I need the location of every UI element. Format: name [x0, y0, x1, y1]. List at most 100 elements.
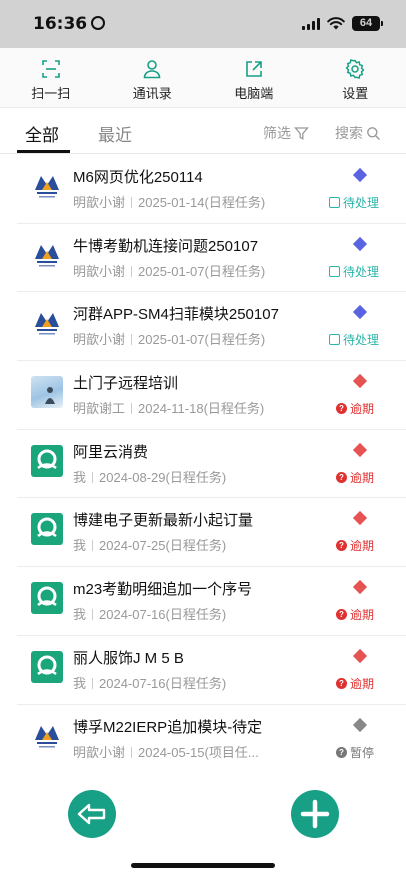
status-label: 逾期 — [349, 676, 374, 691]
external-link-icon — [245, 61, 262, 77]
app-logo-icon — [37, 449, 57, 469]
pending-icon — [328, 265, 340, 277]
task-date: 2024-05-15 — [138, 744, 205, 760]
task-row[interactable]: 博孚M22IERP追加模块-待定 明歆小谢 2024-05-15(项目任... ?… — [17, 705, 406, 774]
status-time: 16:36 — [33, 14, 106, 34]
task-meta: 我 2024-07-16(日程任务) — [73, 673, 226, 692]
task-owner: 明歆小谢 — [73, 195, 126, 210]
status-badge: ? 逾期 — [335, 606, 374, 623]
task-list: M6网页优化250114 明歆小谢 2025-01-14(日程任务) 待处理 牛博… — [17, 155, 406, 774]
wifi-icon — [327, 17, 345, 30]
status-label: 待处理 — [342, 264, 379, 279]
avatar — [31, 650, 63, 683]
priority-diamond-icon — [352, 717, 368, 732]
task-row[interactable]: M6网页优化250114 明歆小谢 2025-01-14(日程任务) 待处理 — [17, 155, 406, 224]
divider — [131, 746, 133, 758]
task-row[interactable]: 丽人服饰J M 5 B 我 2024-07-16(日程任务) ? 逾期 — [17, 636, 406, 705]
task-row[interactable]: 博建电子更新最新小起订量 我 2024-07-25(日程任务) ? 逾期 — [17, 498, 406, 568]
home-indicator — [131, 863, 275, 868]
overdue-icon: ? — [335, 609, 347, 621]
task-type: (日程任务) — [204, 263, 266, 279]
divider — [92, 677, 94, 689]
avatar — [31, 513, 63, 546]
task-owner: 明歆小谢 — [73, 332, 126, 348]
divider — [131, 197, 133, 208]
task-owner: 明歆小谢 — [73, 263, 126, 279]
add-task-button[interactable] — [291, 790, 339, 838]
cellular-signal-icon — [302, 17, 320, 30]
task-type: (项目任... — [204, 744, 259, 760]
overdue-icon: ? — [335, 677, 347, 689]
priority-diamond-icon — [352, 648, 368, 663]
divider — [92, 540, 94, 552]
priority-diamond-icon — [352, 305, 368, 320]
top-toolbar: 扫一扫 通讯录 电脑端 设置 — [0, 48, 406, 108]
task-meta: 明歆谢工 2024-11-18(日程任务) — [73, 398, 264, 417]
task-meta: 我 2024-07-25(日程任务) — [73, 535, 226, 554]
task-owner: 明歆谢工 — [73, 401, 126, 417]
status-label: 待处理 — [342, 333, 379, 348]
avatar — [31, 376, 63, 409]
contacts-button[interactable]: 通讯录 — [102, 48, 204, 107]
clock: 16:36 — [33, 14, 88, 34]
task-row[interactable]: 牛博考勤机连接问题250107 明歆小谢 2025-01-07(日程任务) 待处理 — [17, 224, 406, 293]
filter-button[interactable]: 筛选 — [263, 123, 309, 143]
app-logo-icon — [37, 586, 57, 607]
status-label: 逾期 — [349, 539, 374, 554]
overdue-icon: ? — [335, 403, 347, 415]
status-badge: ? 逾期 — [335, 469, 374, 486]
task-type: (日程任务) — [165, 607, 227, 623]
task-type: (日程任务) — [165, 469, 227, 485]
paused-icon: ? — [335, 746, 347, 758]
settings-label: 设置 — [342, 86, 369, 101]
task-owner: 我 — [73, 607, 87, 623]
overdue-icon: ? — [335, 540, 347, 552]
arrow-left-icon — [77, 803, 106, 825]
task-title: 阿里云消费 — [73, 443, 149, 461]
task-row[interactable]: 土门子远程培训 明歆谢工 2024-11-18(日程任务) ? 逾期 — [17, 361, 406, 430]
task-type: (日程任务) — [204, 195, 266, 210]
search-button[interactable]: 搜索 — [335, 123, 381, 143]
filter-label: 筛选 — [263, 125, 291, 141]
task-type: (日程任务) — [203, 401, 265, 417]
scan-button[interactable]: 扫一扫 — [0, 48, 102, 107]
task-title: 河群APP-SM4扫菲模块250107 — [73, 306, 279, 324]
priority-diamond-icon — [352, 373, 368, 389]
task-meta: 我 2024-07-16(日程任务) — [73, 604, 226, 623]
status-badge: ? 暂停 — [335, 744, 374, 761]
task-row[interactable]: m23考勤明细追加一个序号 我 2024-07-16(日程任务) ? 逾期 — [17, 567, 406, 636]
status-label: 待处理 — [342, 196, 379, 210]
status-badge: 待处理 — [328, 263, 379, 280]
task-date: 2024-07-16 — [99, 607, 166, 623]
avatar — [31, 238, 63, 271]
status-badge: 待处理 — [328, 194, 379, 211]
back-button[interactable] — [68, 790, 116, 838]
task-row[interactable]: 河群APP-SM4扫菲模块250107 明歆小谢 2025-01-07(日程任务)… — [17, 292, 406, 362]
battery-icon: 64 — [352, 16, 383, 31]
focus-mode-icon — [91, 16, 106, 30]
task-date: 2024-11-18 — [138, 401, 204, 417]
desktop-button[interactable]: 电脑端 — [203, 48, 305, 107]
priority-diamond-icon — [352, 580, 368, 595]
settings-button[interactable]: 设置 — [305, 48, 406, 107]
person-photo-icon — [45, 387, 55, 405]
status-label: 逾期 — [349, 608, 374, 623]
task-owner: 我 — [73, 538, 87, 554]
task-owner: 明歆小谢 — [73, 744, 126, 760]
plus-icon — [300, 799, 330, 829]
tab-recent[interactable]: 最近 — [98, 121, 132, 146]
tab-all[interactable]: 全部 — [25, 121, 59, 146]
contacts-label: 通讯录 — [132, 86, 172, 101]
status-label: 暂停 — [349, 745, 374, 760]
priority-diamond-icon — [352, 511, 368, 526]
pending-icon — [328, 334, 340, 346]
status-label: 逾期 — [349, 470, 374, 485]
task-row[interactable]: 阿里云消费 我 2024-08-29(日程任务) ? 逾期 — [17, 430, 406, 499]
task-type: (日程任务) — [165, 675, 227, 691]
status-badge: 待处理 — [328, 331, 379, 348]
status-badge: ? 逾期 — [335, 675, 374, 692]
task-meta: 明歆小谢 2024-05-15(项目任... — [73, 742, 259, 761]
task-title: 牛博考勤机连接问题250107 — [73, 237, 259, 255]
task-date: 2024-07-25 — [99, 538, 166, 554]
priority-diamond-icon — [352, 442, 368, 457]
